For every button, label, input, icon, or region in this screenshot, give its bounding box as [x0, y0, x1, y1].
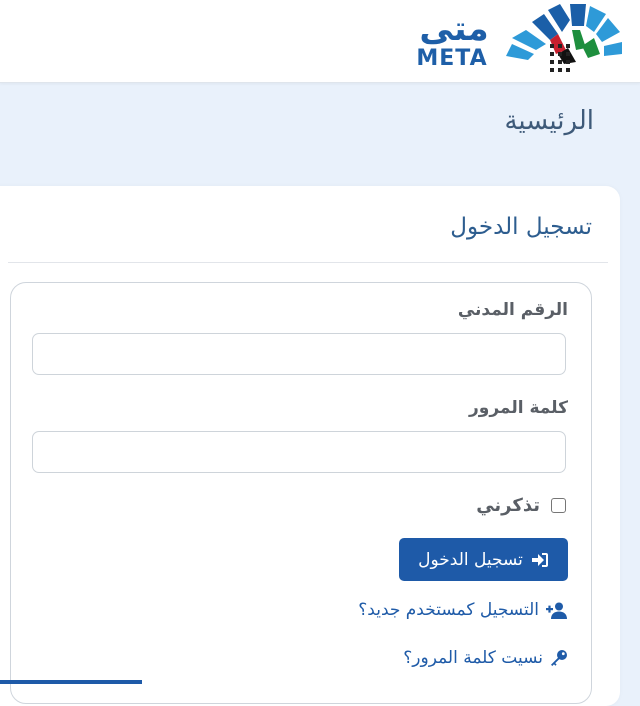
password-input[interactable]	[32, 431, 566, 473]
forgot-password-label: نسيت كلمة المرور؟	[403, 648, 543, 668]
bottom-accent-bar	[0, 680, 142, 684]
register-link[interactable]: التسجيل كمستخدم جديد؟	[358, 600, 568, 620]
civil-id-input[interactable]	[32, 333, 566, 375]
password-label: كلمة المرور	[469, 398, 568, 418]
remember-me-checkbox[interactable]	[551, 498, 566, 513]
forgot-password-link[interactable]: نسيت كلمة المرور؟	[403, 648, 568, 668]
page-title: الرئيسية	[504, 106, 594, 136]
login-button-label: تسجيل الدخول	[418, 549, 523, 570]
register-link-label: التسجيل كمستخدم جديد؟	[358, 600, 539, 620]
civil-id-label: الرقم المدني	[457, 300, 568, 320]
login-button[interactable]: تسجيل الدخول	[399, 538, 568, 581]
user-plus-icon	[546, 602, 567, 619]
top-navbar: متى META	[0, 0, 640, 83]
logo-arabic-text: متى	[419, 9, 489, 49]
sign-in-icon	[531, 552, 548, 567]
logo-english-text: META	[416, 46, 488, 71]
remember-me-label[interactable]: تذكرني	[476, 495, 540, 516]
card-divider	[8, 262, 608, 263]
key-icon	[551, 650, 567, 666]
login-card-title: تسجيل الدخول	[450, 214, 592, 240]
